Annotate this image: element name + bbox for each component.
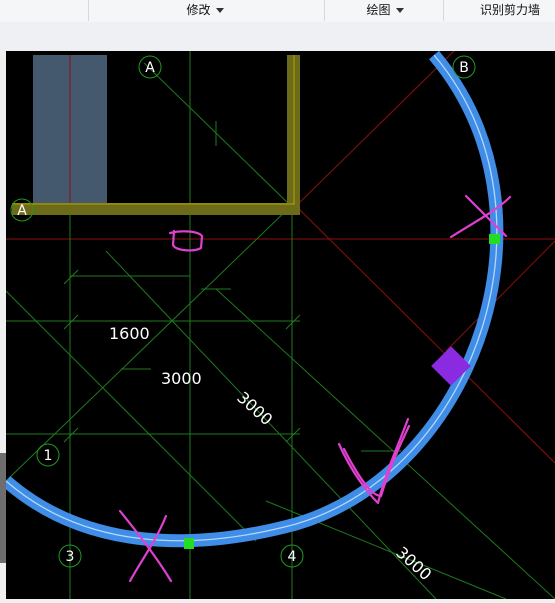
axis-label-3: 3: [66, 549, 75, 565]
toolbar-separator: [443, 0, 444, 21]
draw-menu-label: 绘图: [366, 3, 391, 17]
drawing-area: A B A 1 3 4 1600 3000 3000 3000: [0, 50, 555, 600]
modify-menu[interactable]: 修改: [160, 0, 250, 21]
grid-line-diagonal: [143, 62, 292, 207]
dimension-3000-diagonal: 3000: [392, 543, 435, 584]
annotation-box-mark: [168, 229, 204, 252]
grid-line-diagonal: [105, 250, 437, 600]
axis-label-4: 4: [288, 549, 297, 565]
beam-horizontal[interactable]: [12, 203, 300, 215]
recognize-shear-wall-menu[interactable]: 识别剪力墙: [480, 0, 555, 21]
draw-menu[interactable]: 绘图: [340, 0, 430, 21]
dimension-3000-horizontal: 3000: [161, 369, 202, 388]
cad-canvas[interactable]: A B A 1 3 4 1600 3000 3000 3000: [1, 50, 555, 600]
tick-mark: [63, 269, 79, 285]
red-diagonal-line: [295, 50, 455, 207]
tick-mark: [63, 427, 79, 443]
recognize-menu-label: 识别剪力墙: [480, 3, 541, 17]
top-toolbar: 修改 绘图 识别剪力墙: [0, 0, 555, 23]
axis-label-1: 1: [44, 448, 53, 464]
axis-label-a-top: A: [145, 60, 155, 76]
dimension-3000-diagonal: 3000: [233, 388, 276, 429]
toolbar-separator: [324, 0, 325, 21]
toolbar-separator: [88, 0, 89, 21]
grid-line-diagonal: [215, 288, 555, 600]
green-marker-square[interactable]: [184, 538, 194, 549]
green-marker-square[interactable]: [489, 234, 500, 244]
dimension-1600: 1600: [109, 324, 150, 343]
chevron-down-icon: [395, 8, 404, 13]
modify-menu-label: 修改: [186, 3, 211, 17]
tick-mark: [285, 314, 301, 330]
grid-line-diagonal: [5, 205, 292, 482]
axis-label-a-left: A: [17, 203, 27, 219]
tick-mark: [63, 314, 79, 330]
chevron-down-icon: [215, 8, 224, 13]
tick-mark: [285, 427, 301, 443]
axis-label-b-top: B: [459, 60, 469, 76]
ribbon-area: [0, 22, 555, 51]
cad-drawing: A B A 1 3 4 1600 3000 3000 3000: [1, 50, 555, 600]
